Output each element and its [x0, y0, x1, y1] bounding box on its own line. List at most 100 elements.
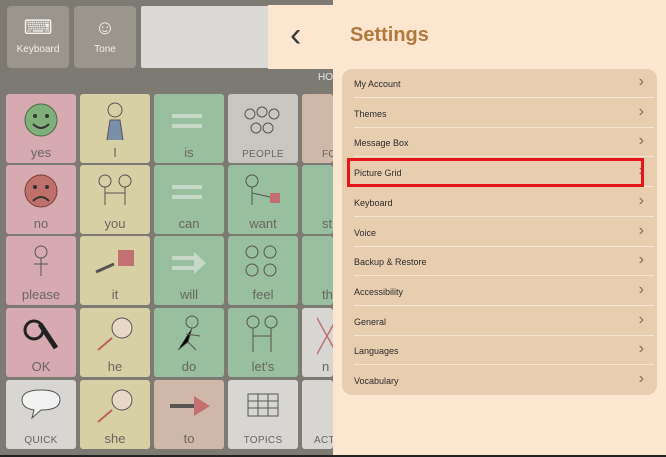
grid-cell-will[interactable]: will — [154, 236, 224, 305]
grid-cell-please[interactable]: please — [6, 236, 76, 305]
settings-item-themes[interactable]: Themes › — [354, 99, 654, 128]
chevron-right-icon: › — [638, 103, 644, 120]
cell-word: he — [107, 359, 123, 374]
settings-title: Settings — [350, 24, 429, 46]
chevron-right-icon: › — [638, 132, 644, 149]
grid-cell-actions[interactable]: ACT — [302, 380, 333, 449]
grid-cell-feel[interactable]: feel — [228, 236, 298, 305]
settings-item-label: Languages — [354, 346, 399, 356]
grid-cell-people[interactable]: PEOPLE — [228, 94, 298, 163]
settings-menu: My Account › Themes › Message Box › Pict… — [342, 69, 657, 395]
grid-cell-no[interactable]: no — [6, 165, 76, 234]
back-button[interactable]: ‹ — [268, 5, 333, 69]
tone-button[interactable]: ☺ Tone — [74, 6, 136, 68]
grid-cell-lets[interactable]: let's — [228, 308, 298, 377]
smiley-icon: ☺ — [94, 17, 116, 39]
keyboard-icon: ⌨ — [23, 17, 53, 39]
cross-icon — [317, 317, 333, 355]
cell-word: n — [322, 359, 330, 374]
settings-item-label: My Account — [354, 79, 401, 89]
message-box[interactable] — [141, 6, 271, 68]
feelings-faces-icon — [245, 245, 277, 277]
settings-item-vocabulary[interactable]: Vocabulary › — [354, 366, 654, 395]
grid-cell-can[interactable]: can — [154, 165, 224, 234]
chevron-right-icon: › — [638, 192, 644, 209]
grid-cell-it[interactable]: it — [80, 236, 150, 305]
settings-item-label: Message Box — [354, 138, 409, 148]
grid-cell-that[interactable]: th — [302, 236, 333, 305]
settings-item-backup-restore[interactable]: Backup & Restore › — [354, 247, 654, 276]
cell-word: OK — [31, 359, 51, 374]
cell-word: I — [113, 145, 117, 160]
cell-word: want — [249, 216, 277, 231]
settings-item-keyboard[interactable]: Keyboard › — [354, 188, 654, 217]
speech-bubble-icon — [21, 389, 61, 420]
cell-word: do — [181, 359, 197, 374]
settings-item-languages[interactable]: Languages › — [354, 336, 654, 365]
cell-word: FO — [322, 149, 333, 160]
person-reaching-icon — [245, 174, 280, 205]
grid-cell-to[interactable]: to — [154, 380, 224, 449]
grid-cell-topics[interactable]: TOPICS — [228, 380, 298, 449]
grid-cell-quick[interactable]: QUICK — [6, 380, 76, 449]
cell-word: is — [184, 145, 194, 160]
equals-icon — [172, 114, 202, 128]
boy-face-icon — [97, 317, 133, 351]
settings-item-label: Backup & Restore — [354, 257, 427, 267]
settings-panel: Settings My Account › Themes › Message B… — [333, 0, 666, 457]
chevron-right-icon: › — [638, 340, 644, 357]
grid-cell-not[interactable]: n — [302, 308, 333, 377]
cell-word: it — [111, 287, 119, 302]
grid-cell-ok[interactable]: OK — [6, 308, 76, 377]
grid-cell-he[interactable]: he — [80, 308, 150, 377]
cell-word: st — [322, 216, 333, 231]
settings-item-my-account[interactable]: My Account › — [354, 69, 654, 98]
cell-word: feel — [252, 287, 274, 302]
grid-cell-she[interactable]: she — [80, 380, 150, 449]
home-label: HO — [318, 72, 333, 83]
topics-grid-icon — [247, 393, 279, 417]
chevron-right-icon: › — [638, 73, 644, 90]
settings-item-label: Themes — [354, 109, 387, 119]
settings-item-label: Keyboard — [354, 198, 393, 208]
person-please-icon — [34, 245, 48, 276]
settings-item-message-box[interactable]: Message Box › — [354, 128, 654, 157]
keyboard-button[interactable]: ⌨ Keyboard — [7, 6, 69, 68]
person-self-icon — [106, 102, 124, 141]
grid-cell-yes[interactable]: yes — [6, 94, 76, 163]
cell-word: ACT — [314, 435, 333, 446]
settings-item-label: General — [354, 317, 387, 327]
grid-cell-is[interactable]: is — [154, 94, 224, 163]
forward-arrow-icon — [172, 252, 206, 274]
cell-word: to — [183, 431, 195, 446]
grid-cell-food[interactable]: FO — [302, 94, 333, 163]
cell-word: th — [322, 287, 333, 302]
two-people-icon — [98, 174, 132, 205]
cell-word: please — [21, 287, 61, 302]
chevron-right-icon: › — [638, 222, 644, 239]
settings-item-accessibility[interactable]: Accessibility › — [354, 277, 654, 306]
settings-item-general[interactable]: General › — [354, 307, 654, 336]
tone-button-label: Tone — [94, 44, 116, 55]
keyboard-button-label: Keyboard — [16, 44, 60, 55]
ok-hand-icon — [23, 319, 59, 350]
happy-face-icon — [24, 103, 58, 137]
two-people-together-icon — [246, 315, 278, 352]
person-doing-icon — [177, 315, 201, 351]
grid-cell-do[interactable]: do — [154, 308, 224, 377]
grid-cell-you[interactable]: you — [80, 165, 150, 234]
grid-cell-stop[interactable]: st — [302, 165, 333, 234]
cell-word: can — [178, 216, 200, 231]
grid-cell-want[interactable]: want — [228, 165, 298, 234]
grid-cell-i[interactable]: I — [80, 94, 150, 163]
sad-face-icon — [24, 174, 58, 208]
chevron-right-icon: › — [638, 311, 644, 328]
cell-word: she — [104, 431, 126, 446]
cell-word: you — [104, 216, 126, 231]
cell-word: no — [33, 216, 49, 231]
chevron-right-icon: › — [638, 251, 644, 268]
settings-item-picture-grid[interactable]: Picture Grid › — [354, 158, 654, 187]
cell-word: PEOPLE — [242, 149, 284, 160]
cell-word: will — [179, 287, 199, 302]
settings-item-voice[interactable]: Voice › — [354, 218, 654, 247]
